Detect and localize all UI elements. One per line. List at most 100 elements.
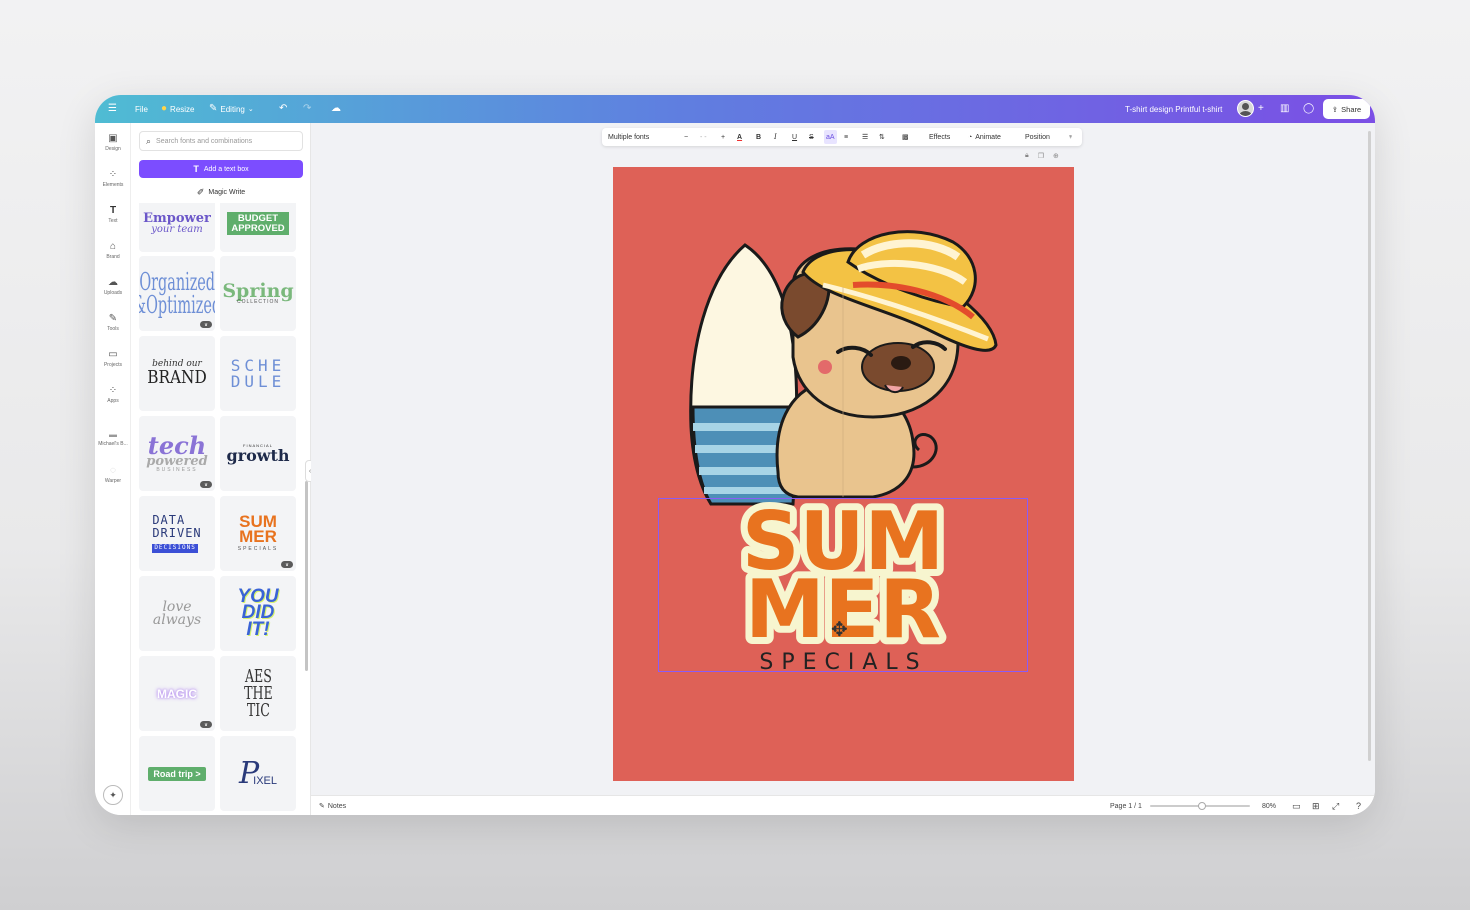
letter-case-button[interactable]: aA <box>824 130 837 144</box>
font-thumb-data-driven[interactable]: DATA DRIVEN DECISIONS <box>139 496 215 571</box>
font-thumb-road-trip[interactable]: Road trip > <box>139 736 215 811</box>
rail-item-text[interactable]: T Text <box>95 199 131 231</box>
font-thumb-schedule[interactable]: SCHE DULE <box>220 336 296 411</box>
rail-item-michaels-brand[interactable]: ▬ Michael's B... <box>95 423 131 455</box>
doc-title[interactable]: T-shirt design Printful t-shirt <box>1125 95 1222 123</box>
pro-badge: ♛ <box>200 721 212 728</box>
save-status-button[interactable]: ☁ <box>331 95 341 123</box>
projects-icon: ▭ <box>108 349 118 360</box>
text-icon: T <box>193 164 199 174</box>
font-thumb-spring[interactable]: Spring COLLECTION <box>220 256 296 331</box>
avatar[interactable] <box>1237 100 1254 117</box>
font-thumb-empower[interactable]: Empower your team <box>139 203 215 252</box>
zoom-level[interactable]: 80% <box>1262 796 1276 815</box>
brand-icon: ⌂ <box>109 241 117 252</box>
font-thumb-financial-growth[interactable]: FINANCIAL growth <box>220 416 296 491</box>
editing-dropdown[interactable]: ✎ Editing ⌄ <box>209 95 254 123</box>
panel-scrollbar[interactable] <box>305 203 308 803</box>
zoom-slider-knob[interactable] <box>1198 802 1206 810</box>
resize-button[interactable]: ● Resize <box>161 95 195 123</box>
tools-icon: ✎ <box>108 313 118 324</box>
comments-button[interactable]: ◯ <box>1303 95 1314 123</box>
rail-item-projects[interactable]: ▭ Projects <box>95 343 131 375</box>
grid-icon: ⊞ <box>1312 800 1320 811</box>
grid-view-button[interactable]: ⊞ <box>1312 796 1320 815</box>
font-thumb-budget-approved[interactable]: BUDGET APPROVED <box>220 203 296 252</box>
strikethrough-button[interactable]: S <box>809 128 814 146</box>
menu-button[interactable]: ☰ <box>108 95 117 123</box>
copy-style-button[interactable]: ♆ <box>1068 128 1073 146</box>
rail-item-tools[interactable]: ✎ Tools <box>95 307 131 339</box>
rail-item-warper[interactable]: ◌ Warper <box>95 459 131 491</box>
add-text-box-label: Add a text box <box>203 165 249 173</box>
canvas-scrollbar[interactable] <box>1368 131 1371 761</box>
font-thumb-tech-powered[interactable]: tech powered BUSINESS ♛ <box>139 416 215 491</box>
top-bar: ☰ File ● Resize ✎ Editing ⌄ ↶ ↷ ☁ T-shirt d… <box>95 95 1375 123</box>
magic-wand-icon: ✐ <box>196 186 205 197</box>
zoom-label: 80% <box>1262 802 1277 810</box>
share-button[interactable]: ⇪ Share <box>1323 99 1370 119</box>
selection-box[interactable] <box>658 498 1028 672</box>
font-thumb-organized-optimized[interactable]: Organized &Optimized ♛ <box>139 256 215 331</box>
duplicate-icon[interactable]: ❐ <box>1038 152 1044 160</box>
move-cursor-icon: ✥ <box>831 619 848 641</box>
font-size-increase[interactable]: + <box>721 128 725 146</box>
elements-icon: ⁘ <box>108 169 118 180</box>
bold-button[interactable]: B <box>756 128 761 146</box>
add-text-box-button[interactable]: T Add a text box <box>139 160 303 178</box>
font-dropdown[interactable]: Multiple fonts <box>608 128 649 146</box>
font-thumb-aesthetic[interactable]: AES THE TIC <box>220 656 296 731</box>
underline-button[interactable]: U <box>792 128 797 146</box>
font-size-decrease[interactable]: − <box>684 128 688 146</box>
pro-badge: ♛ <box>200 321 212 328</box>
align-button[interactable]: ≡ <box>844 128 848 146</box>
magic-assistant-button[interactable]: ✦ <box>103 785 123 805</box>
italic-button[interactable]: I <box>774 128 777 146</box>
effects-label: Effects <box>929 133 951 141</box>
file-label: File <box>135 104 148 114</box>
page-indicator[interactable]: Page 1 / 1 <box>1110 796 1142 815</box>
rail-item-elements[interactable]: ⁘ Elements <box>95 163 131 195</box>
list-button[interactable]: ☰ <box>862 128 868 146</box>
font-thumb-you-did-it[interactable]: YOU DID IT! <box>220 576 296 651</box>
design-page[interactable]: SUM SUM MER MER SPECIALS ✥ <box>613 167 1074 781</box>
spacing-button[interactable]: ⇅ <box>879 128 885 146</box>
font-size-input[interactable]: - - <box>700 128 707 146</box>
help-button[interactable]: ? <box>1356 796 1361 815</box>
effects-button[interactable]: Effects <box>929 128 950 146</box>
rail-item-apps[interactable]: ⁘ Apps <box>95 379 131 411</box>
font-label: Multiple fonts <box>608 133 650 141</box>
canva-window: ☰ File ● Resize ✎ Editing ⌄ ↶ ↷ ☁ T-shirt d… <box>95 95 1375 815</box>
position-button[interactable]: Position <box>1025 128 1050 146</box>
pro-badge: ♛ <box>281 561 293 568</box>
pages-view-button[interactable]: ▭ <box>1292 796 1301 815</box>
lock-icon[interactable]: 🔒︎ <box>1025 152 1029 160</box>
redo-button[interactable]: ↷ <box>303 95 311 123</box>
expand-icon: ⤢ <box>1332 800 1340 811</box>
search-input[interactable]: ⌕ Search fonts and combinations <box>139 131 303 151</box>
magic-write-button[interactable]: ✐ Magic Write <box>139 185 303 199</box>
font-thumb-pixel[interactable]: P IXEL <box>220 736 296 811</box>
add-page-icon[interactable]: ⊕ <box>1053 152 1059 160</box>
rail-item-uploads[interactable]: ☁ Uploads <box>95 271 131 303</box>
animate-button[interactable]: ◔ Animate <box>968 128 1001 146</box>
design-icon: ▣ <box>108 133 118 144</box>
file-menu[interactable]: File <box>135 95 148 123</box>
font-thumb-behind-our-brand[interactable]: behind our BRAND <box>139 336 215 411</box>
text-color-button[interactable]: A <box>737 128 742 146</box>
redo-icon: ↷ <box>303 103 312 114</box>
undo-button[interactable]: ↶ <box>279 95 287 123</box>
share-icon: ⇪ <box>1331 104 1339 114</box>
rail-item-design[interactable]: ▣ Design <box>95 127 131 159</box>
add-collaborator-button[interactable]: + <box>1258 95 1264 123</box>
uploads-icon: ☁ <box>108 277 118 288</box>
transparency-button[interactable]: ▩ <box>902 128 909 146</box>
font-thumb-magic[interactable]: MAGIC ♛ <box>139 656 215 731</box>
font-thumb-love-always[interactable]: love always <box>139 576 215 651</box>
zoom-slider[interactable] <box>1150 802 1250 810</box>
font-thumb-summer-specials[interactable]: SUM MER SPECIALS ♛ <box>220 496 296 571</box>
rail-item-brand[interactable]: ⌂ Brand <box>95 235 131 267</box>
insights-button[interactable]: ▥ <box>1280 95 1289 123</box>
fullscreen-button[interactable]: ⤢ <box>1332 796 1339 815</box>
notes-button[interactable]: ✎ Notes <box>319 796 346 815</box>
